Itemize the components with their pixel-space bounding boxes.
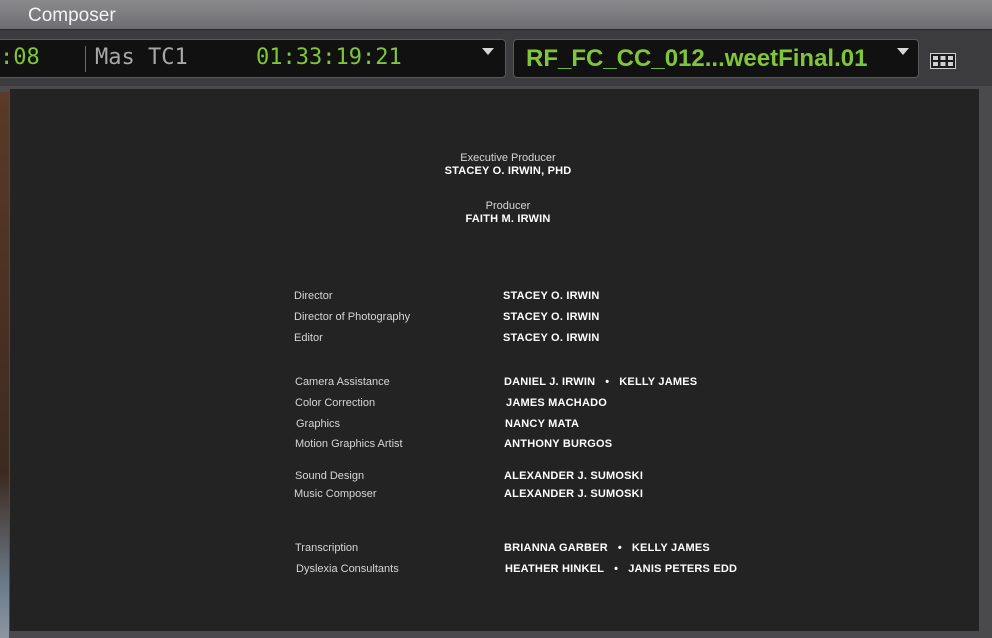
viewer-right-edge: [980, 89, 992, 638]
credit-name: ALEXANDER J. SUMOSKI: [504, 470, 644, 482]
separator-dot: •: [617, 542, 622, 554]
clip-name: RF_FC_CC_012...weetFinal.01: [526, 45, 868, 72]
credit-name: STACEY O. IRWIN: [503, 290, 600, 302]
clip-name-menu[interactable]: RF_FC_CC_012...weetFinal.01: [513, 39, 919, 78]
executive-producer-name: STACEY O. IRWIN, PHD: [444, 165, 572, 177]
timecode-label: Mas TC1: [95, 45, 188, 70]
timecode-value: 01:33:19:21: [256, 45, 402, 70]
credit-name: ANTHONY BURGOS: [504, 438, 613, 450]
credit-name: HEATHER HINKEL: [505, 563, 605, 575]
credit-name: JANIS PETERS EDD: [628, 563, 738, 575]
executive-producer-role: Executive Producer: [460, 152, 556, 164]
window-title: Composer: [28, 5, 116, 26]
credit-name: KELLY JAMES: [619, 376, 698, 388]
grid-menu-icon[interactable]: [930, 53, 956, 69]
chevron-down-icon[interactable]: [897, 48, 909, 55]
credit-name: STACEY O. IRWIN: [503, 311, 600, 323]
credit-role: Sound Design: [295, 470, 365, 482]
credit-names: DANIEL J. IRWIN • KELLY JAMES: [504, 376, 697, 388]
producer-name: FAITH M. IRWIN: [465, 213, 551, 225]
credit-role: Dyslexia Consultants: [296, 563, 399, 575]
composer-viewer[interactable]: Executive Producer STACEY O. IRWIN, PHD …: [10, 89, 979, 631]
producer-role: Producer: [485, 200, 531, 212]
credit-names: HEATHER HINKEL • JANIS PETERS EDD: [505, 563, 737, 575]
window-titlebar: Composer: [0, 0, 992, 30]
credit-role: Transcription: [295, 542, 359, 554]
credit-role: Graphics: [296, 418, 341, 430]
credit-name: STACEY O. IRWIN: [503, 332, 600, 344]
credit-name: DANIEL J. IRWIN: [504, 376, 596, 388]
credit-name: ALEXANDER J. SUMOSKI: [504, 488, 644, 500]
credit-role: Director: [294, 290, 333, 302]
credit-role: Music Composer: [294, 488, 377, 500]
timecode-divider: [85, 46, 86, 72]
credit-role: Editor: [294, 332, 323, 344]
credit-name: BRIANNA GARBER: [504, 542, 608, 554]
timecode-left-value: :08: [0, 45, 40, 70]
timecode-display[interactable]: :08 Mas TC1 01:33:19:21: [0, 39, 506, 78]
credit-role: Director of Photography: [294, 311, 411, 323]
credit-role: Motion Graphics Artist: [295, 438, 403, 450]
credit-names: BRIANNA GARBER • KELLY JAMES: [504, 542, 710, 554]
credit-name: NANCY MATA: [505, 418, 580, 430]
source-thumbnail-edge: [0, 92, 9, 638]
credit-name: JAMES MACHADO: [506, 397, 607, 409]
chevron-down-icon[interactable]: [482, 48, 494, 55]
credit-name: KELLY JAMES: [631, 542, 710, 554]
composer-toolbar: :08 Mas TC1 01:33:19:21 RF_FC_CC_012...w…: [0, 31, 992, 86]
credit-role: Color Correction: [295, 397, 376, 409]
separator-dot: •: [605, 376, 610, 388]
separator-dot: •: [614, 563, 619, 575]
credit-role: Camera Assistance: [295, 376, 390, 388]
